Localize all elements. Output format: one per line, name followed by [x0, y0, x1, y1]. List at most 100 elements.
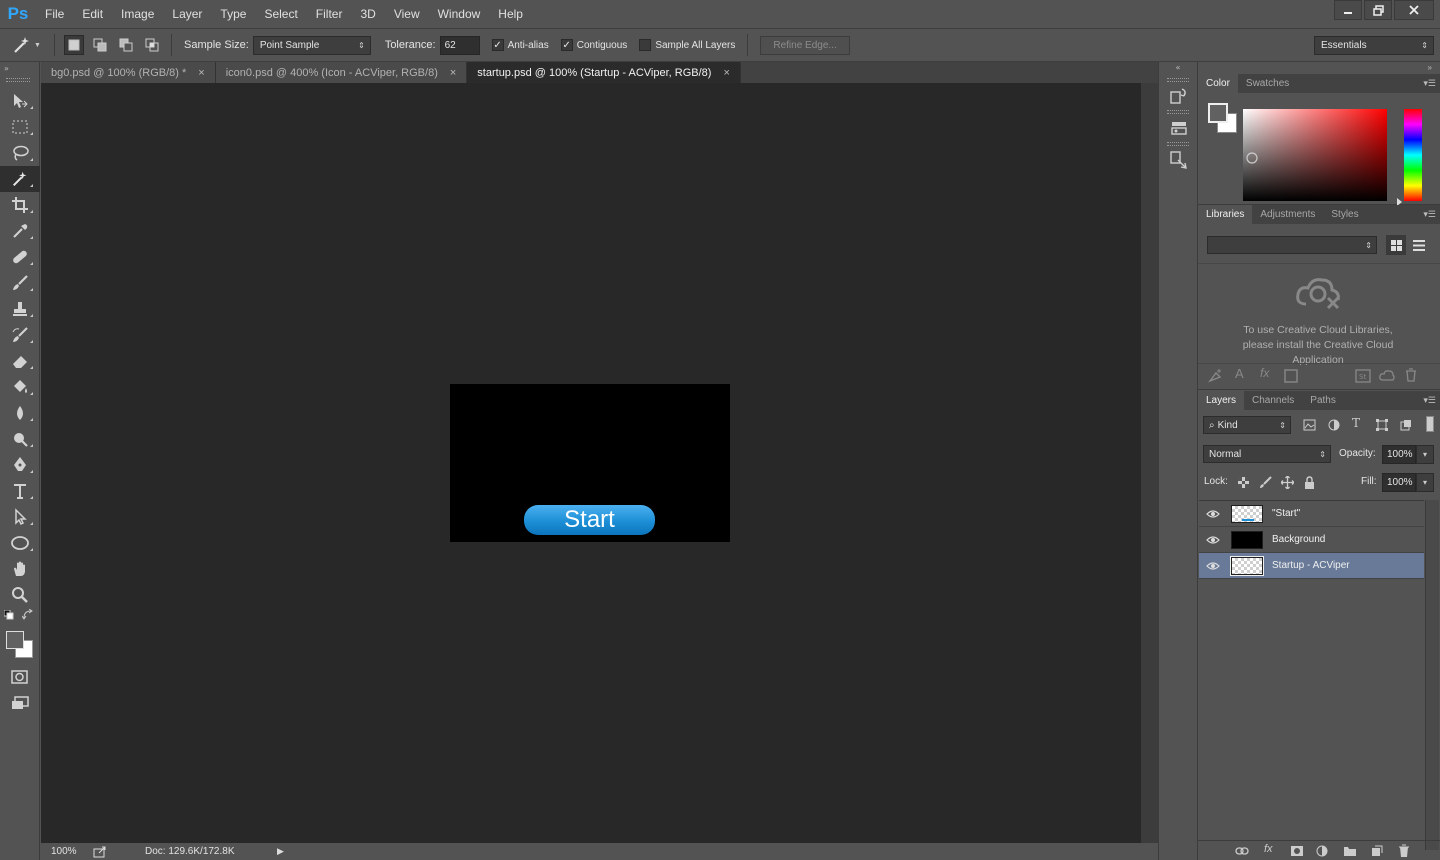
tolerance-input[interactable]: 62	[439, 35, 480, 55]
opacity-dropdown-button[interactable]: ▾	[1416, 445, 1434, 464]
contiguous-checkbox[interactable]: ✓	[560, 39, 573, 51]
tab-color[interactable]: Color	[1198, 74, 1238, 93]
sample-all-layers-checkbox[interactable]	[639, 39, 652, 51]
menu-select[interactable]: Select	[255, 0, 306, 28]
menu-3d[interactable]: 3D	[351, 0, 384, 28]
canvas-area[interactable]: Start	[41, 83, 1141, 843]
clone-stamp-tool[interactable]	[0, 296, 40, 322]
properties-panel-button[interactable]	[1159, 114, 1199, 142]
layer-row[interactable]: "Start"	[1199, 501, 1424, 527]
restore-button[interactable]	[1364, 0, 1392, 20]
clone-source-panel-button[interactable]	[1159, 146, 1199, 174]
pen-tool[interactable]	[0, 452, 40, 478]
add-layer-style-icon[interactable]: fx	[1260, 366, 1269, 380]
type-tool[interactable]	[0, 478, 40, 504]
sync-cloud-icon[interactable]	[1379, 369, 1395, 383]
tab-startup[interactable]: startup.psd @ 100% (Startup - ACViper, R…	[467, 62, 741, 83]
eyedropper-tool[interactable]	[0, 218, 40, 244]
add-character-style-icon[interactable]: A	[1235, 366, 1244, 381]
layer-row-selected[interactable]: Startup - ACViper	[1199, 553, 1424, 579]
refine-edge-button[interactable]: Refine Edge...	[760, 35, 850, 55]
tab-layers[interactable]: Layers	[1198, 391, 1245, 410]
filter-toggle[interactable]	[1426, 416, 1434, 432]
dodge-tool[interactable]	[0, 426, 40, 452]
lasso-tool[interactable]	[0, 140, 40, 166]
tab-styles[interactable]: Styles	[1323, 205, 1366, 224]
minimize-button[interactable]	[1334, 0, 1362, 20]
layer-row[interactable]: Background	[1199, 527, 1424, 553]
close-icon[interactable]: ×	[723, 67, 729, 79]
menu-image[interactable]: Image	[112, 0, 163, 28]
tab-paths[interactable]: Paths	[1302, 391, 1344, 410]
history-brush-tool[interactable]	[0, 322, 40, 348]
library-select[interactable]: ⇕	[1207, 236, 1377, 254]
magic-wand-tool[interactable]	[0, 166, 40, 192]
lock-transparent-pixels-icon[interactable]	[1238, 477, 1249, 488]
play-arrow-icon[interactable]: ▶	[277, 846, 284, 857]
list-view-button[interactable]	[1409, 235, 1429, 255]
paint-bucket-tool[interactable]	[0, 374, 40, 400]
tool-preset-picker[interactable]: ▼	[12, 35, 48, 55]
anti-alias-checkbox[interactable]: ✓	[491, 39, 504, 51]
add-layer-style-icon[interactable]: fx	[1264, 843, 1273, 855]
healing-brush-tool[interactable]	[0, 244, 40, 270]
add-color-icon[interactable]	[1284, 369, 1298, 383]
filter-smart-object-icon[interactable]	[1400, 419, 1412, 431]
toolbar-grip[interactable]	[6, 78, 30, 82]
default-colors-icon[interactable]	[4, 610, 14, 620]
layers-scrollbar[interactable]	[1425, 500, 1439, 850]
eraser-tool[interactable]	[0, 348, 40, 374]
collapse-arrows-icon[interactable]: «	[1159, 62, 1197, 74]
close-button[interactable]	[1394, 0, 1434, 20]
panel-menu-icon[interactable]: ▾☰	[1423, 78, 1436, 89]
blend-mode-dropdown[interactable]: Normal ⇕	[1203, 445, 1331, 463]
fill-dropdown-button[interactable]: ▾	[1416, 473, 1434, 492]
zoom-level[interactable]: 100%	[51, 846, 87, 857]
ellipse-tool[interactable]	[0, 530, 40, 556]
tab-adjustments[interactable]: Adjustments	[1252, 205, 1323, 224]
grid-view-button[interactable]	[1386, 235, 1406, 255]
sample-size-dropdown[interactable]: Point Sample ⇕	[252, 35, 371, 55]
blur-tool[interactable]	[0, 400, 40, 426]
panel-menu-icon[interactable]: ▾☰	[1423, 395, 1436, 406]
path-selection-tool[interactable]	[0, 504, 40, 530]
hue-slider[interactable]	[1404, 109, 1422, 201]
lock-image-pixels-icon[interactable]	[1259, 476, 1272, 489]
opacity-input[interactable]: 100%	[1382, 445, 1416, 464]
collapse-arrows-icon[interactable]: »	[4, 64, 9, 73]
trash-icon[interactable]	[1405, 368, 1417, 382]
menu-filter[interactable]: Filter	[307, 0, 352, 28]
tab-channels[interactable]: Channels	[1244, 391, 1302, 410]
adjustment-layer-icon[interactable]	[1316, 845, 1328, 857]
menu-help[interactable]: Help	[489, 0, 532, 28]
swap-colors-icon[interactable]	[22, 609, 34, 621]
filter-shape-icon[interactable]	[1376, 419, 1388, 431]
hand-tool[interactable]	[0, 556, 40, 582]
menu-layer[interactable]: Layer	[163, 0, 211, 28]
close-icon[interactable]: ×	[450, 67, 456, 79]
panel-menu-icon[interactable]: ▾☰	[1423, 209, 1436, 220]
filter-adjustment-icon[interactable]	[1328, 419, 1340, 431]
menu-file[interactable]: File	[36, 0, 73, 28]
stock-icon[interactable]: St	[1355, 369, 1371, 383]
marquee-tool[interactable]	[0, 114, 40, 140]
intersect-selection-button[interactable]	[142, 35, 162, 55]
fill-input[interactable]: 100%	[1382, 473, 1416, 492]
tab-swatches[interactable]: Swatches	[1238, 74, 1297, 93]
move-tool[interactable]	[0, 88, 40, 114]
link-layers-icon[interactable]	[1235, 846, 1249, 856]
trash-icon[interactable]	[1398, 844, 1410, 858]
visibility-toggle[interactable]	[1199, 509, 1227, 519]
close-icon[interactable]: ×	[198, 67, 204, 79]
quick-mask-button[interactable]	[0, 664, 40, 690]
crop-tool[interactable]	[0, 192, 40, 218]
subtract-from-selection-button[interactable]	[116, 35, 136, 55]
new-group-icon[interactable]	[1343, 845, 1357, 857]
filter-pixel-icon[interactable]	[1303, 419, 1316, 431]
workspace-switcher[interactable]: Essentials ⇕	[1314, 35, 1434, 55]
menu-window[interactable]: Window	[429, 0, 490, 28]
screen-mode-button[interactable]	[0, 690, 40, 716]
zoom-tool[interactable]	[0, 582, 40, 608]
new-selection-button[interactable]	[64, 35, 84, 55]
add-mask-icon[interactable]	[1290, 845, 1304, 857]
